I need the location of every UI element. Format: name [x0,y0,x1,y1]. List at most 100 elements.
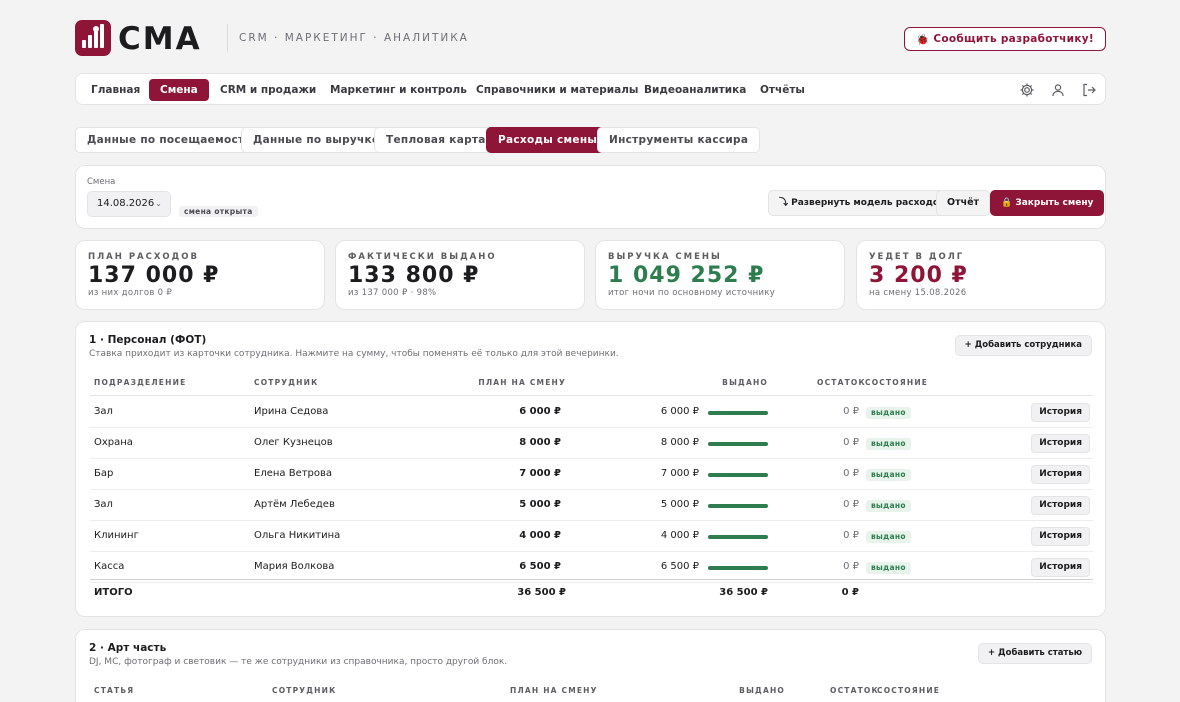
table-header: СТАТЬЯ СОТРУДНИК ПЛАН НА СМЕНУ ВЫДАНО ОС… [90,686,1093,702]
kpi-debt: УЕДЕТ В ДОЛГ 3 200 ₽ на смену 15.08.2026 [856,240,1106,310]
cell-department: Бар [94,468,114,479]
history-button[interactable]: История [1031,465,1090,484]
nav-item-video[interactable]: Видеоаналитика [633,79,757,101]
header-employee: СОТРУДНИК [254,378,319,387]
cell-remaining: 0 ₽ [843,437,859,448]
total-label: ИТОГО [94,587,133,598]
status-badge: выдано [866,438,911,450]
tab-attendance[interactable]: Данные по посещаемости [75,127,265,153]
user-icon[interactable] [1050,82,1066,98]
shift-panel: Смена 14.08.2026 ⌄ смена открыта ⤵ Разве… [75,165,1106,229]
kpi-value: 1 049 252 ₽ [608,263,765,288]
table-row: Зал Ирина Седова 6 000 ₽ 6 000 ₽ 0 ₽ выдано Ис… [90,397,1093,428]
cell-department: Зал [94,406,113,417]
section-title: 1 · Персонал (ФОТ) [89,334,207,346]
header-department: ПОДРАЗДЕЛЕНИЕ [94,378,187,387]
total-row: ИТОГО 36 500 ₽ 36 500 ₽ 0 ₽ [90,579,1093,605]
cell-remaining: 0 ₽ [843,406,859,417]
section-description: DJ, МС, фотограф и световик — те же сотр… [89,657,508,667]
cell-remaining: 0 ₽ [843,561,859,572]
expand-expense-model-button[interactable]: ⤵ Развернуть модель расходов [768,190,956,216]
total-issued: 36 500 ₽ [719,587,768,598]
cell-employee: Олег Кузнецов [254,437,333,448]
status-badge: выдано [866,407,911,419]
nav-item-marketing[interactable]: Маркетинг и контроль [319,79,478,101]
kpi-caption: ВЫРУЧКА СМЕНЫ [608,252,722,262]
history-button[interactable]: История [1031,434,1090,453]
cell-department: Клининг [94,530,139,541]
history-button[interactable]: История [1031,496,1090,515]
cell-issued-amount: 6 500 ₽ [660,561,699,572]
history-button[interactable]: История [1031,558,1090,577]
history-button[interactable]: История [1031,403,1090,422]
cell-plan-amount[interactable]: 8 000 ₽ [519,428,561,458]
tab-shift-expenses[interactable]: Расходы смены [486,127,610,153]
table-row: Охрана Олег Кузнецов 8 000 ₽ 8 000 ₽ 0 ₽ выда… [90,428,1093,459]
logout-icon[interactable] [1081,82,1097,98]
topbar: СМА CRM · МАРКЕТИНГ · АНАЛИТИКА 🐞 Сообщи… [75,20,1106,58]
total-remaining: 0 ₽ [841,587,859,598]
tab-heatmap[interactable]: Тепловая карта [374,127,498,153]
kpi-caption: ФАКТИЧЕСКИ ВЫДАНО [348,252,497,262]
bug-icon: 🐞 [915,33,930,46]
kpi-note: итог ночи по основному источнику [608,288,776,298]
shift-date-value: 14.08.2026 [97,198,155,209]
brand-subtitle: CRM · МАРКЕТИНГ · АНАЛИТИКА [239,32,469,44]
table-row: Бар Елена Ветрова 7 000 ₽ 7 000 ₽ 0 ₽ выдано И… [90,459,1093,490]
kpi-actually-issued: ФАКТИЧЕСКИ ВЫДАНО 133 800 ₽ из 137 000 ₽… [335,240,585,310]
cell-plan-amount[interactable]: 7 000 ₽ [519,459,561,489]
history-button[interactable]: История [1031,527,1090,546]
nav-item-home[interactable]: Главная [80,79,151,101]
kpi-planned-expenses: ПЛАН РАСХОДОВ 137 000 ₽ из них долгов 0 … [75,240,325,310]
header-issued: ВЫДАНО [739,686,785,695]
art-section: 2 · Арт часть DJ, МС, фотограф и светови… [75,629,1106,702]
cell-plan-amount[interactable]: 6 000 ₽ [519,397,561,427]
cell-plan-amount[interactable]: 5 000 ₽ [519,490,561,520]
shift-label: Смена [87,177,116,187]
cell-employee: Ольга Никитина [254,530,341,541]
add-item-button[interactable]: + Добавить статью [977,643,1092,664]
nav-item-crm[interactable]: CRM и продажи [209,79,327,101]
personnel-section: 1 · Персонал (ФОТ) Ставка приходит из ка… [75,321,1106,617]
issued-progress-bar [708,442,768,446]
table-header: ПОДРАЗДЕЛЕНИЕ СОТРУДНИК ПЛАН НА СМЕНУ ВЫ… [90,378,1093,396]
tab-cashier-tools[interactable]: Инструменты кассира [597,127,761,153]
cell-remaining: 0 ₽ [843,499,859,510]
report-developer-label: Сообщить разработчику! [933,33,1094,45]
cell-employee: Ирина Седова [254,406,329,417]
header-remaining: ОСТАТОК [817,378,866,387]
logo-icon [75,20,111,56]
cell-remaining: 0 ₽ [843,468,859,479]
add-employee-button[interactable]: + Добавить сотрудника [954,335,1092,356]
tab-revenue[interactable]: Данные по выручке [241,127,392,153]
gear-icon[interactable] [1019,82,1035,98]
cell-department: Касса [94,561,125,572]
cell-issued-amount: 4 000 ₽ [660,530,699,541]
close-shift-button[interactable]: 🔒 Закрыть смену [990,190,1105,216]
cell-department: Зал [94,499,113,510]
nav-item-reports[interactable]: Отчёты [749,79,816,101]
kpi-value: 3 200 ₽ [869,263,968,288]
shift-status-badge: смена открыта [179,206,258,217]
nav-item-shift[interactable]: Смена [149,79,209,101]
status-badge: выдано [866,562,911,574]
cell-employee: Артём Лебедев [254,499,335,510]
chevron-down-icon: ⌄ [155,199,162,208]
cell-employee: Елена Ветрова [254,468,333,479]
brand-name: СМА [118,21,202,57]
nav-item-references[interactable]: Справочники и материалы [465,79,649,101]
cell-plan-amount[interactable]: 6 500 ₽ [519,552,561,582]
table-row: Зал Артём Лебедев 5 000 ₽ 5 000 ₽ 0 ₽ выдано И… [90,490,1093,521]
header-item: СТАТЬЯ [94,686,135,695]
brand-divider [227,24,228,52]
cell-remaining: 0 ₽ [843,530,859,541]
issued-progress-bar [708,473,768,477]
kpi-note: из 137 000 ₽ · 98% [348,288,437,298]
cell-issued-amount: 7 000 ₽ [660,468,699,479]
report-developer-button[interactable]: 🐞 Сообщить разработчику! [903,27,1106,51]
shift-date-select[interactable]: 14.08.2026 ⌄ [87,191,171,217]
shift-report-button[interactable]: Отчёт [936,190,991,216]
cell-issued-amount: 5 000 ₽ [660,499,699,510]
kpi-note: на смену 15.08.2026 [869,288,967,298]
cell-plan-amount[interactable]: 4 000 ₽ [519,521,561,551]
